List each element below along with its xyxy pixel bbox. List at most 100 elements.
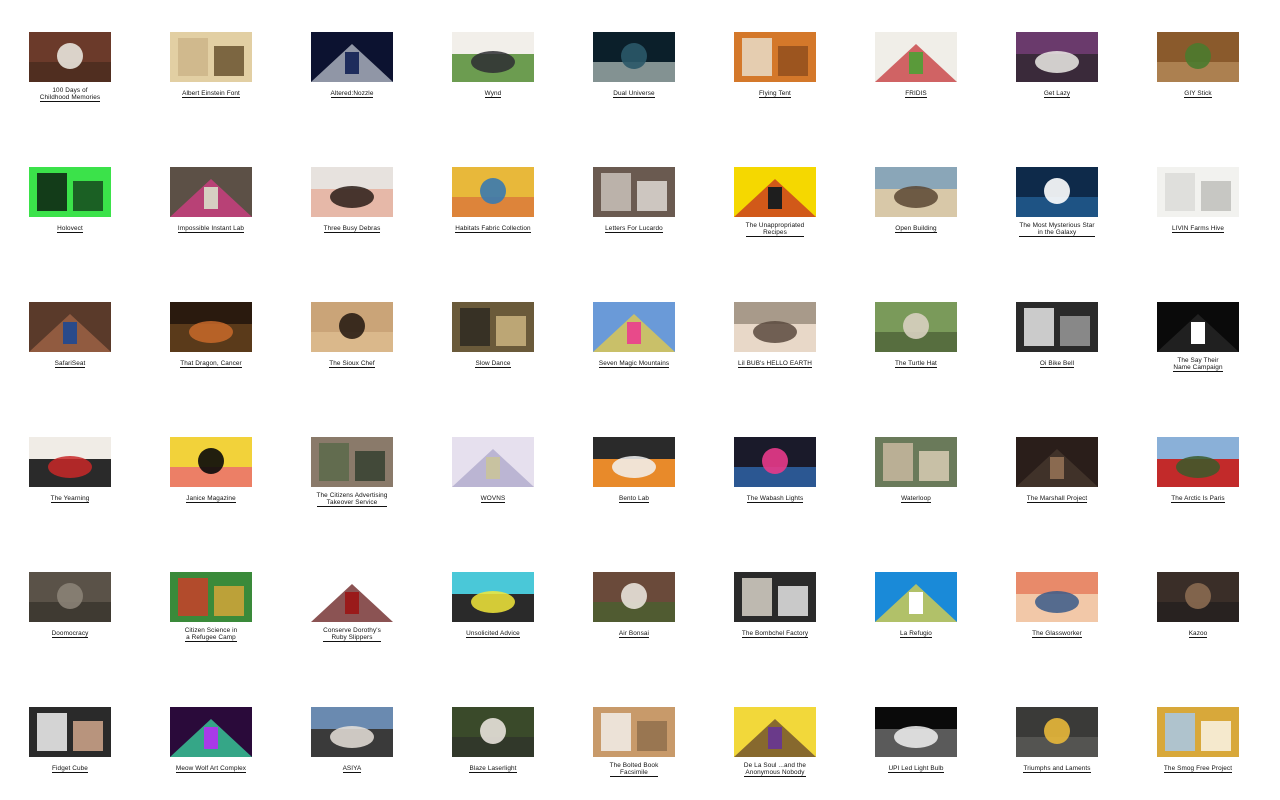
project-tile-the-smog-free-project[interactable]: The Smog Free Project	[1138, 707, 1258, 775]
project-tile-oi-bike-bell[interactable]: Oi Bike Bell	[997, 302, 1117, 370]
project-title[interactable]: Flying Tent	[759, 90, 791, 98]
project-tile-altered-nozzle[interactable]: Altered:Nozzle	[292, 32, 412, 100]
project-thumbnail[interactable]	[1157, 302, 1239, 352]
project-tile-holovect[interactable]: Holovect	[10, 167, 130, 235]
project-tile-the-yearning[interactable]: The Yearning	[10, 437, 130, 505]
project-thumbnail[interactable]	[1016, 302, 1098, 352]
project-tile-upi-led-light-bulb[interactable]: UPI Led Light Bulb	[856, 707, 976, 775]
project-tile-letters-for-lucardo[interactable]: Letters For Lucardo	[574, 167, 694, 235]
project-tile-the-marshall-project[interactable]: The Marshall Project	[997, 437, 1117, 505]
project-title[interactable]: Impossible Instant Lab	[177, 225, 245, 233]
project-title[interactable]: Three Busy Debras	[323, 225, 381, 233]
project-title[interactable]: Wynd	[484, 90, 502, 98]
project-title[interactable]: Slow Dance	[475, 360, 511, 368]
project-thumbnail[interactable]	[311, 437, 393, 487]
project-title[interactable]: Citizen Science in a Refugee Camp	[184, 627, 238, 642]
project-title[interactable]: The Sioux Chef	[329, 360, 375, 368]
project-thumbnail[interactable]	[311, 32, 393, 82]
project-title[interactable]: Holovect	[57, 225, 83, 233]
project-tile-blaze-laserlight[interactable]: Blaze Laserlight	[433, 707, 553, 775]
project-thumbnail[interactable]	[875, 32, 957, 82]
project-title[interactable]: WOVNS	[480, 495, 506, 503]
project-title[interactable]: The Most Mysterious Star in the Galaxy	[1019, 222, 1095, 237]
project-title[interactable]: The Turtle Hat	[895, 360, 937, 368]
project-tile-the-glassworker[interactable]: The Glassworker	[997, 572, 1117, 640]
project-title[interactable]: Fidget Cube	[52, 765, 88, 773]
project-tile-wovns[interactable]: WOVNS	[433, 437, 553, 505]
project-title[interactable]: De La Soul ...and the Anonymous Nobody	[743, 762, 807, 777]
project-tile-citizen-science-in-a-refugee-camp[interactable]: Citizen Science in a Refugee Camp	[151, 572, 271, 644]
project-title[interactable]: SafariSeat	[54, 360, 86, 368]
project-thumbnail[interactable]	[170, 707, 252, 757]
project-title[interactable]: Oi Bike Bell	[1039, 360, 1075, 368]
project-tile-the-unappropriated-recipes[interactable]: The Unappropriated Recipes	[715, 167, 835, 239]
project-thumbnail[interactable]	[29, 707, 111, 757]
project-thumbnail[interactable]	[875, 302, 957, 352]
project-title[interactable]: Letters For Lucardo	[605, 225, 663, 233]
project-tile-janice-magazine[interactable]: Janice Magazine	[151, 437, 271, 505]
project-tile-slow-dance[interactable]: Slow Dance	[433, 302, 553, 370]
project-title[interactable]: Albert Einstein Font	[182, 90, 240, 98]
project-thumbnail[interactable]	[875, 437, 957, 487]
project-title[interactable]: LIVIN Farms Hive	[1171, 225, 1225, 233]
project-tile-la-refugio[interactable]: La Refugio	[856, 572, 976, 640]
project-thumbnail[interactable]	[734, 32, 816, 82]
project-title[interactable]: UPI Led Light Bulb	[888, 765, 944, 773]
project-thumbnail[interactable]	[29, 167, 111, 217]
project-tile-open-building[interactable]: Open Building	[856, 167, 976, 235]
project-thumbnail[interactable]	[1157, 572, 1239, 622]
project-tile-kazoo[interactable]: Kazoo	[1138, 572, 1258, 640]
project-tile-habitats-fabric-collection[interactable]: Habitats Fabric Collection	[433, 167, 553, 235]
project-thumbnail[interactable]	[170, 437, 252, 487]
project-title[interactable]: Get Lazy	[1043, 90, 1071, 98]
project-thumbnail[interactable]	[734, 302, 816, 352]
project-title[interactable]: GIY Stick	[1184, 90, 1212, 98]
project-tile-the-arctic-is-paris[interactable]: The Arctic Is Paris	[1138, 437, 1258, 505]
project-tile-impossible-instant-lab[interactable]: Impossible Instant Lab	[151, 167, 271, 235]
project-title[interactable]: The Arctic Is Paris	[1171, 495, 1225, 503]
project-title[interactable]: Doomocracy	[51, 630, 89, 638]
project-title[interactable]: Meow Wolf Art Complex	[175, 765, 247, 773]
project-thumbnail[interactable]	[1157, 707, 1239, 757]
project-thumbnail[interactable]	[452, 32, 534, 82]
project-thumbnail[interactable]	[311, 707, 393, 757]
project-title[interactable]: Kazoo	[1188, 630, 1208, 638]
project-thumbnail[interactable]	[452, 707, 534, 757]
project-title[interactable]: FRIDIS	[905, 90, 927, 98]
project-tile-de-la-soul-and-the-anonymous-nobody[interactable]: De La Soul ...and the Anonymous Nobody	[715, 707, 835, 779]
project-title[interactable]: The Bolted Book Facsimile	[609, 762, 659, 777]
project-title[interactable]: Altered:Nozzle	[330, 90, 374, 98]
project-tile-safariseat[interactable]: SafariSeat	[10, 302, 130, 370]
project-thumbnail[interactable]	[170, 167, 252, 217]
project-tile-the-bolted-book-facsimile[interactable]: The Bolted Book Facsimile	[574, 707, 694, 779]
project-title[interactable]: Bento Lab	[618, 495, 650, 503]
project-thumbnail[interactable]	[734, 167, 816, 217]
project-tile-dual-universe[interactable]: Dual Universe	[574, 32, 694, 100]
project-thumbnail[interactable]	[311, 572, 393, 622]
project-tile-asiya[interactable]: ASIYA	[292, 707, 412, 775]
project-tile-that-dragon-cancer[interactable]: That Dragon, Cancer	[151, 302, 271, 370]
project-thumbnail[interactable]	[1157, 437, 1239, 487]
project-title[interactable]: The Unappropriated Recipes	[745, 222, 805, 237]
project-thumbnail[interactable]	[452, 302, 534, 352]
project-title[interactable]: The Glassworker	[1032, 630, 1082, 638]
project-title[interactable]: La Refugio	[900, 630, 932, 638]
project-thumbnail[interactable]	[29, 437, 111, 487]
project-thumbnail[interactable]	[875, 167, 957, 217]
project-tile-fridis[interactable]: FRIDIS	[856, 32, 976, 100]
project-title[interactable]: The Wabash Lights	[746, 495, 804, 503]
project-tile-the-sioux-chef[interactable]: The Sioux Chef	[292, 302, 412, 370]
project-thumbnail[interactable]	[593, 167, 675, 217]
project-title[interactable]: That Dragon, Cancer	[180, 360, 242, 368]
project-title[interactable]: Unsolicited Advice	[466, 630, 520, 638]
project-thumbnail[interactable]	[1016, 32, 1098, 82]
project-tile-three-busy-debras[interactable]: Three Busy Debras	[292, 167, 412, 235]
project-title[interactable]: Lil BUB's HELLO EARTH	[738, 360, 812, 368]
project-tile-flying-tent[interactable]: Flying Tent	[715, 32, 835, 100]
project-thumbnail[interactable]	[29, 572, 111, 622]
project-title[interactable]: 100 Days of Childhood Memories	[39, 87, 101, 102]
project-thumbnail[interactable]	[170, 302, 252, 352]
project-thumbnail[interactable]	[734, 707, 816, 757]
project-title[interactable]: Janice Magazine	[186, 495, 236, 503]
project-thumbnail[interactable]	[29, 302, 111, 352]
